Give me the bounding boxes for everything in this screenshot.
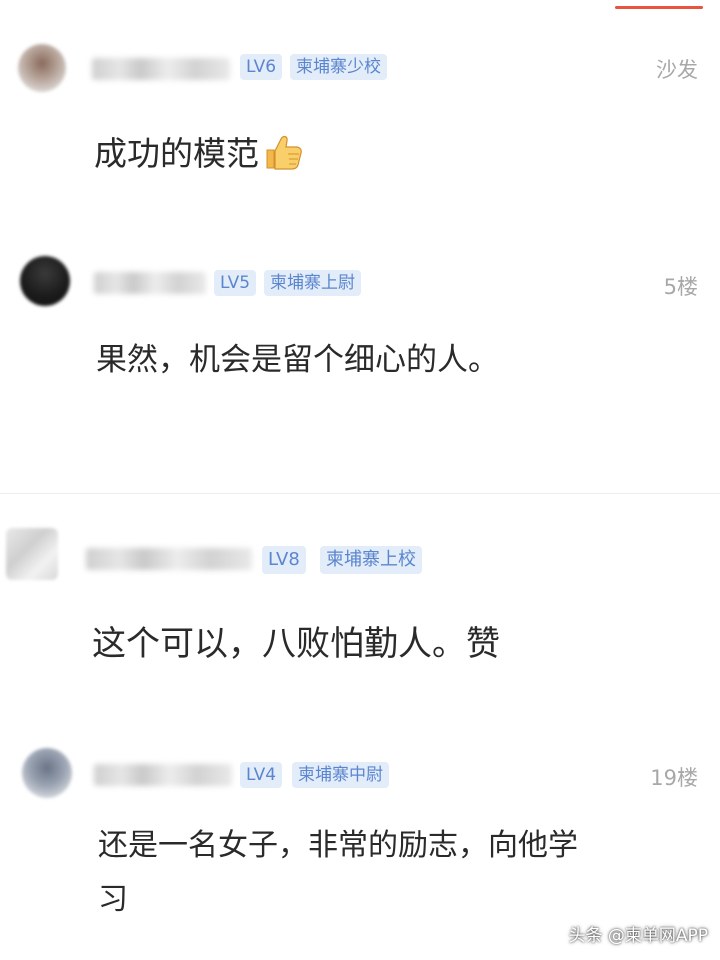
rank-badge: 柬埔寨上校 <box>320 546 422 574</box>
rank-badge: 柬埔寨上尉 <box>264 270 361 296</box>
user-avatar[interactable] <box>6 528 58 580</box>
floor-label: 沙发 <box>656 58 698 82</box>
comment-text: 这个可以，八败怕勤人。赞 <box>92 624 500 664</box>
user-avatar[interactable] <box>22 748 72 798</box>
username-blurred[interactable] <box>94 764 232 786</box>
level-badge: LV4 <box>240 762 283 788</box>
username-blurred[interactable] <box>94 272 206 294</box>
username-blurred[interactable] <box>92 58 230 80</box>
level-badge: LV5 <box>214 270 257 296</box>
comment-feed: LV6 柬埔寨少校 沙发 成功的模范 LV5 柬埔寨上尉 5楼 果然，机会是留个… <box>0 0 720 960</box>
comment-text-line2: 习 <box>98 882 128 917</box>
comment-item[interactable]: LV8 柬埔寨上校 这个可以，八败怕勤人。赞 <box>0 494 720 734</box>
comment-text: 成功的模范 <box>94 127 305 182</box>
rank-badge: 柬埔寨少校 <box>290 54 387 80</box>
level-badge: LV8 <box>262 546 306 574</box>
comment-item[interactable]: LV6 柬埔寨少校 沙发 成功的模范 <box>0 0 720 230</box>
watermark-text: 头条 @柬单网APP <box>568 926 708 946</box>
user-avatar[interactable] <box>20 256 70 306</box>
comment-item[interactable]: LV5 柬埔寨上尉 5楼 果然，机会是留个细心的人。 <box>0 230 720 492</box>
comment-text-line1: 还是一名女子，非常的励志，向他学 <box>98 828 578 863</box>
comment-text-content: 成功的模范 <box>94 134 259 173</box>
rank-badge: 柬埔寨中尉 <box>292 762 389 788</box>
user-avatar[interactable] <box>18 44 66 92</box>
level-badge: LV6 <box>240 54 283 80</box>
comment-text: 果然，机会是留个细心的人。 <box>96 342 499 378</box>
thumbs-up-icon <box>261 130 305 182</box>
floor-label: 5楼 <box>663 275 698 299</box>
floor-label: 19楼 <box>650 766 698 790</box>
username-blurred[interactable] <box>86 548 252 570</box>
